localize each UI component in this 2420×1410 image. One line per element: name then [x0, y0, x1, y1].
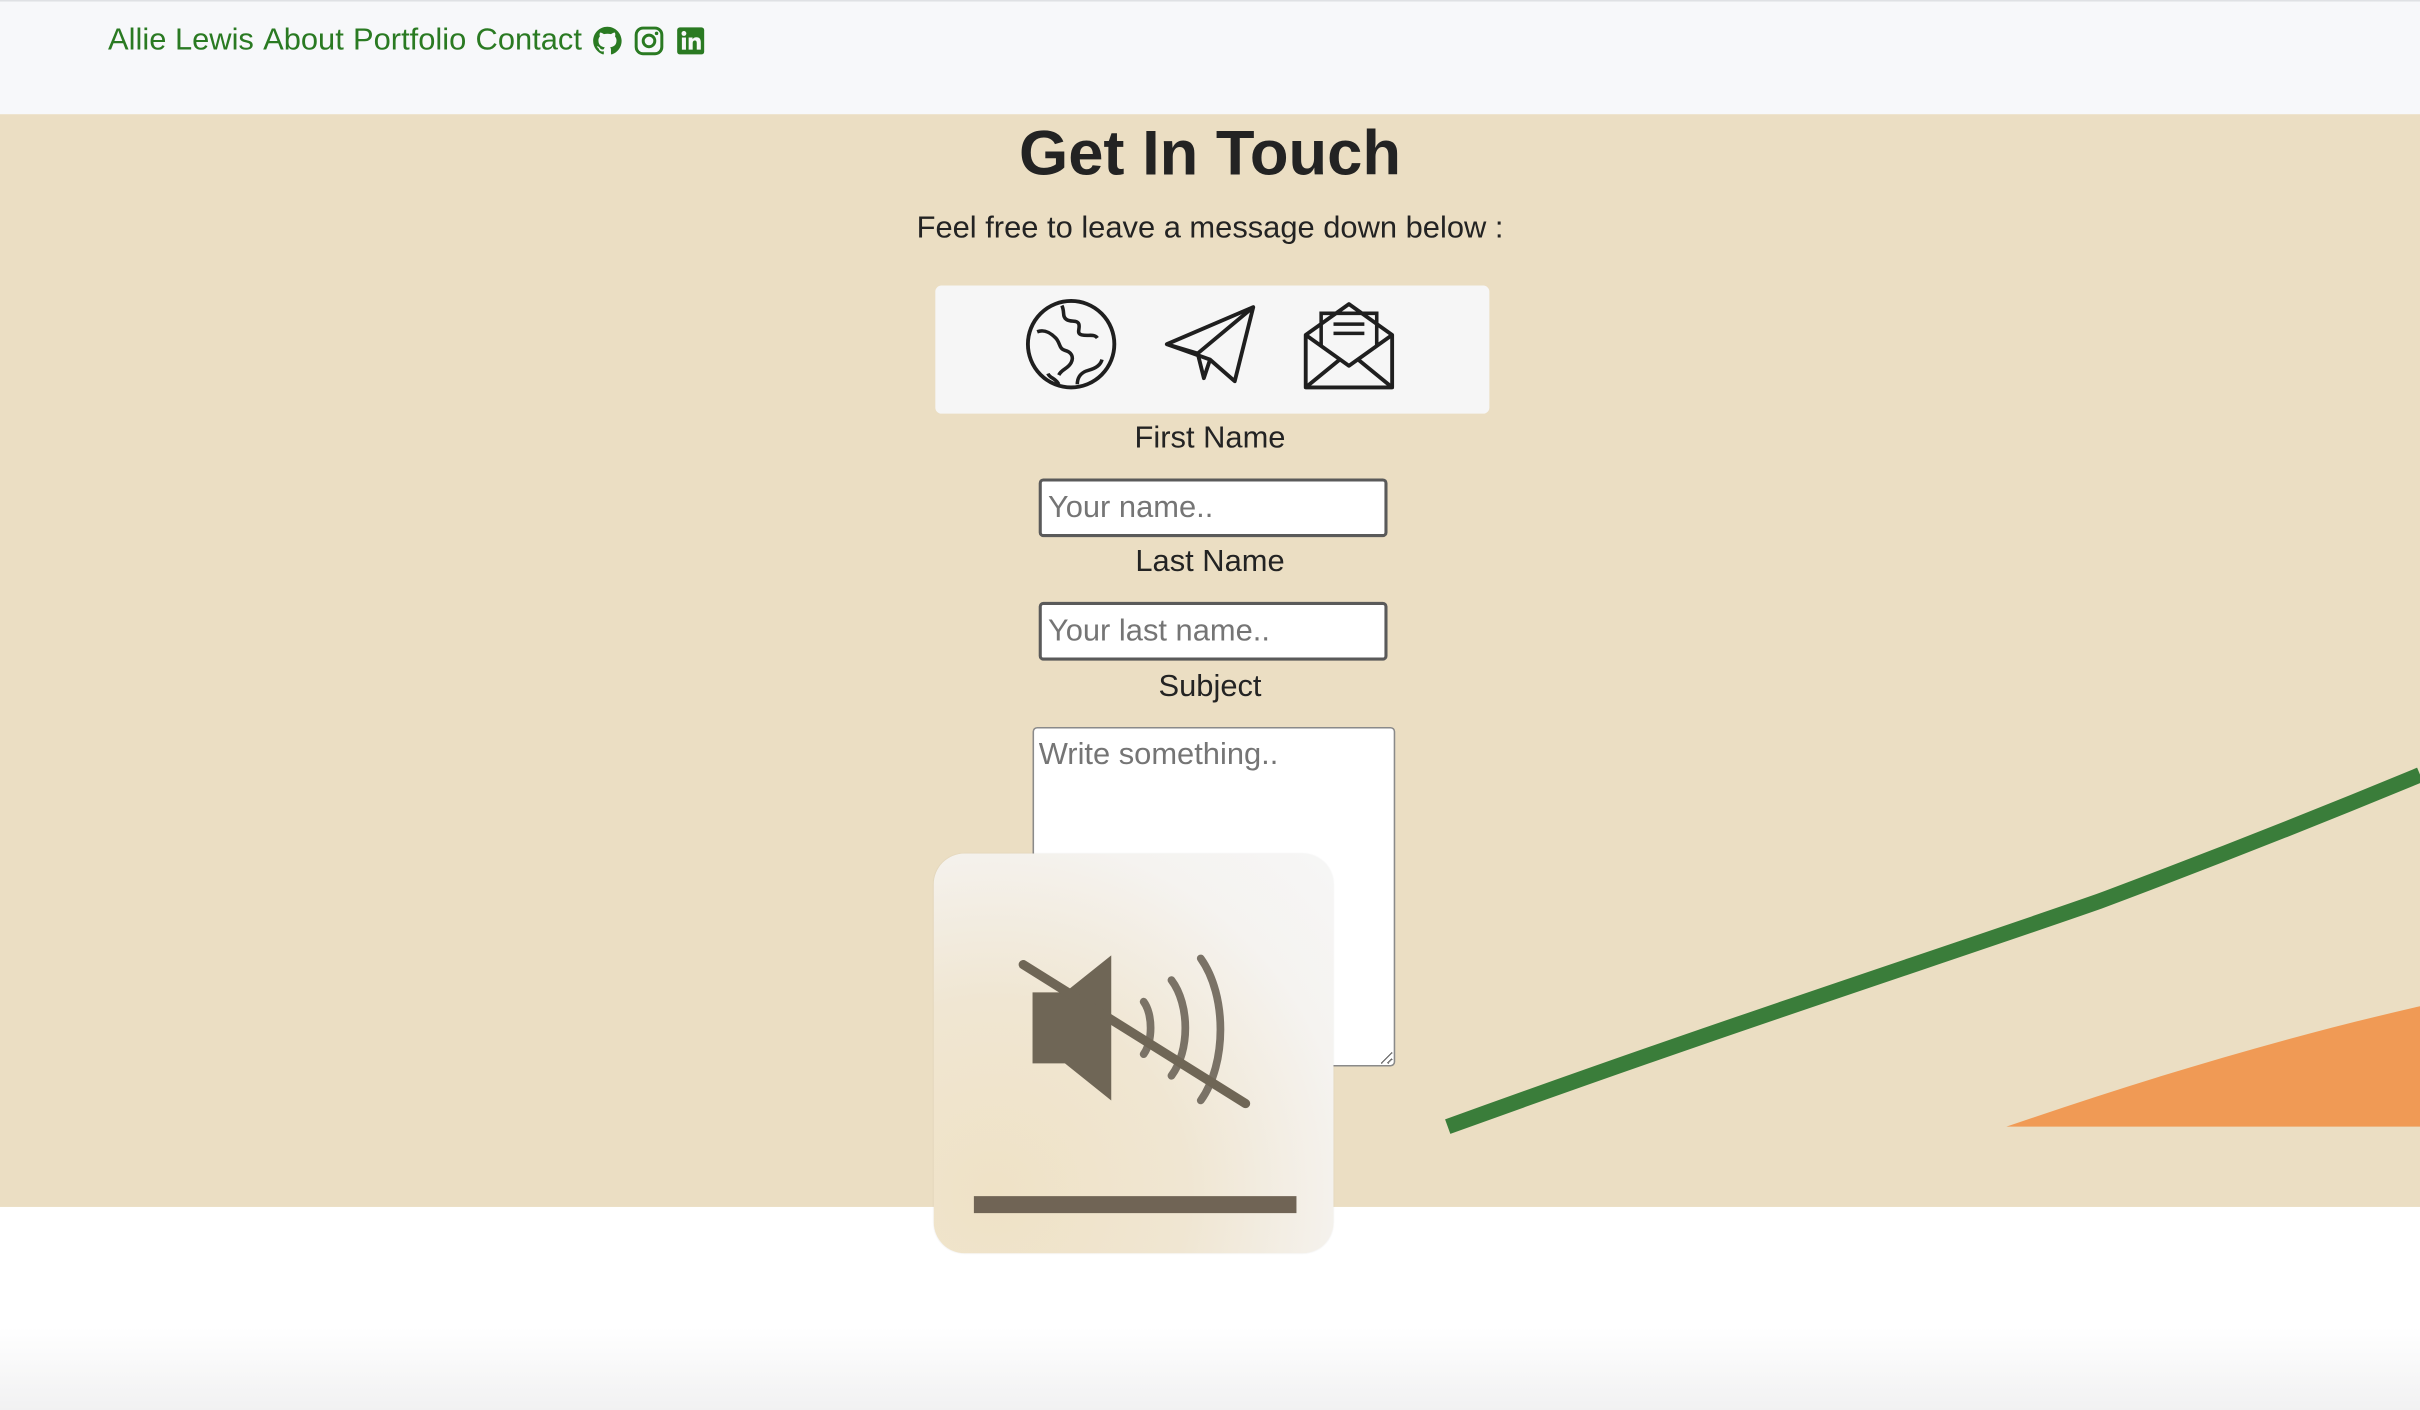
- page: Allie Lewis About Portfolio Contact Get …: [0, 0, 2420, 1410]
- mute-hud-overlay: [933, 853, 1334, 1254]
- instagram-icon[interactable]: [633, 25, 665, 57]
- contact-icons-box: [935, 285, 1490, 414]
- last-name-label: Last Name: [1135, 544, 1285, 579]
- first-name-label: First Name: [1134, 421, 1286, 456]
- volume-level-bar: [973, 1196, 1297, 1214]
- navbar: Allie Lewis About Portfolio Contact: [0, 0, 2420, 115]
- globe-icon: [1025, 298, 1118, 391]
- page-title: Get In Touch: [1019, 117, 1402, 189]
- linkedin-icon[interactable]: [675, 25, 707, 57]
- subject-label: Subject: [1158, 669, 1262, 704]
- nav-link-about[interactable]: About: [263, 23, 344, 58]
- github-icon[interactable]: [591, 25, 623, 57]
- first-name-input[interactable]: [1038, 478, 1388, 538]
- speaker-muted-icon: [1014, 946, 1261, 1116]
- nav-links: Allie Lewis About Portfolio Contact: [108, 23, 707, 58]
- page-footer-fade: [0, 1327, 2420, 1410]
- green-wave-line: [1445, 767, 2420, 1134]
- page-subtitle: Feel free to leave a message down below …: [916, 211, 1504, 246]
- nav-link-contact[interactable]: Contact: [476, 23, 582, 58]
- orange-wave-shape: [2006, 1006, 2420, 1127]
- volume-level-fill: [973, 1196, 1297, 1214]
- nav-link-portfolio[interactable]: Portfolio: [353, 23, 466, 58]
- paper-plane-icon: [1164, 298, 1257, 391]
- open-envelope-icon: [1303, 298, 1396, 391]
- brand-link[interactable]: Allie Lewis: [108, 23, 254, 58]
- last-name-input[interactable]: [1038, 601, 1388, 661]
